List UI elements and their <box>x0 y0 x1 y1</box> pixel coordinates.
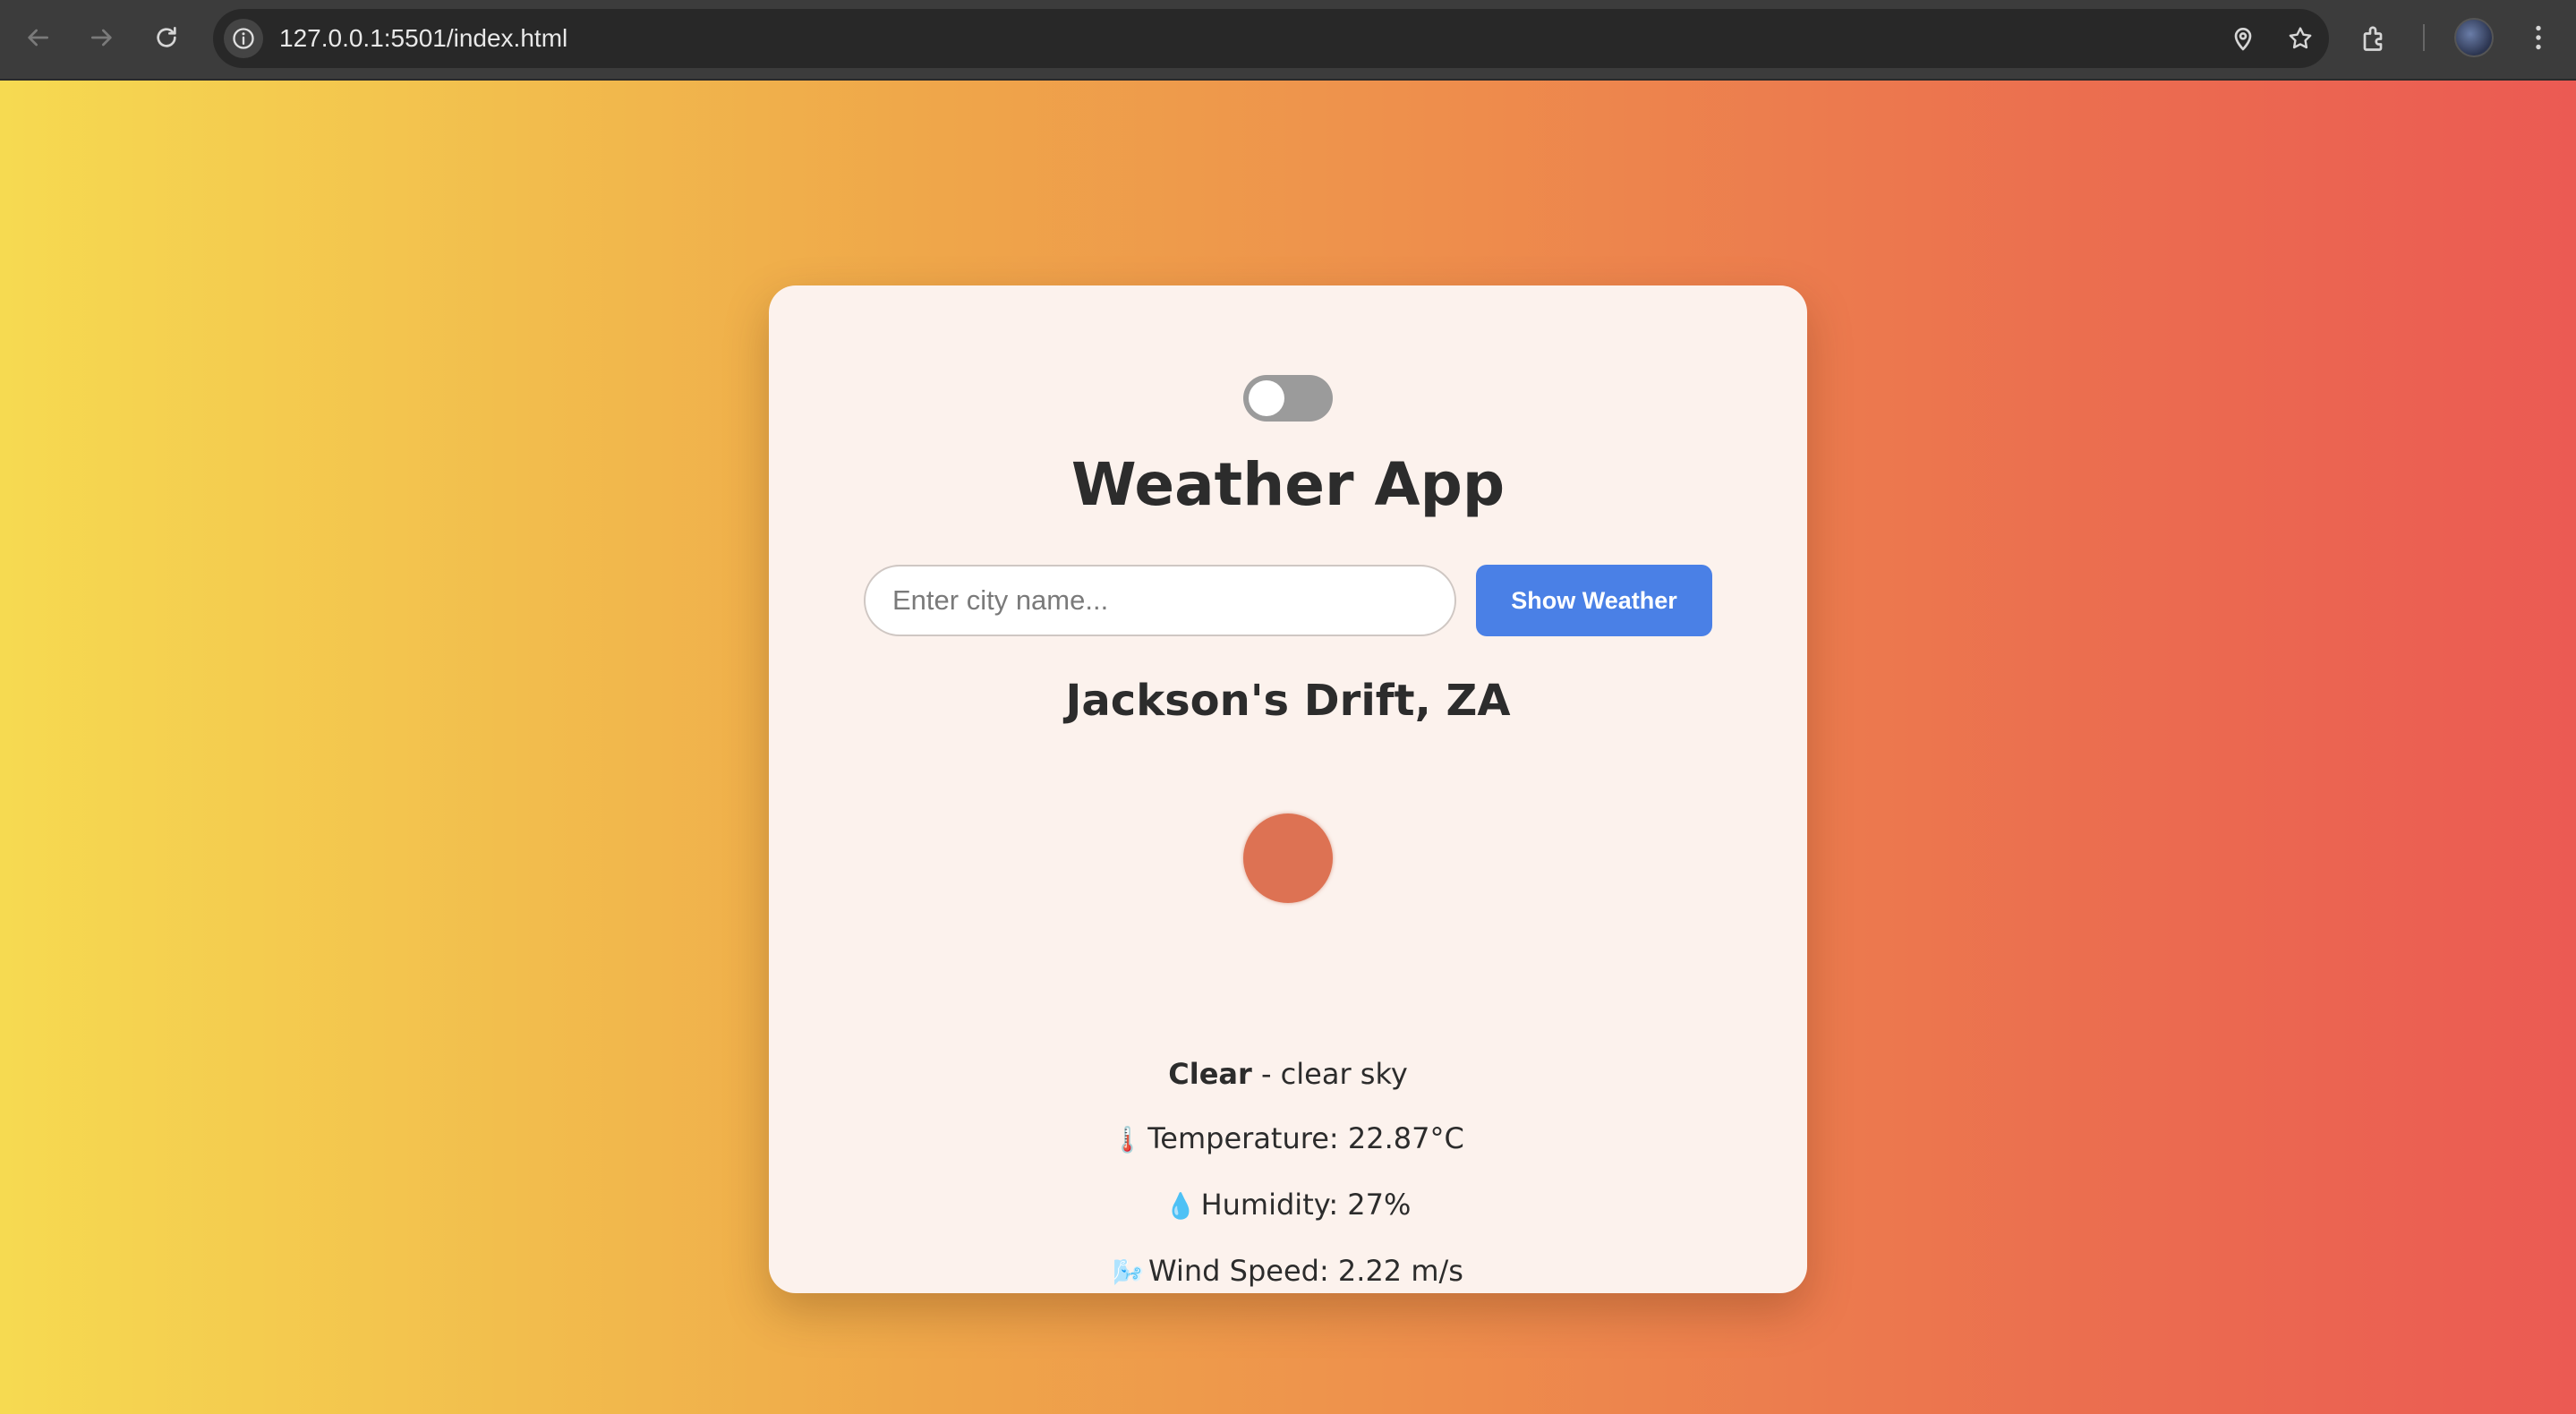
reload-button[interactable] <box>147 18 186 57</box>
back-arrow-icon <box>28 29 48 47</box>
url-text[interactable]: 127.0.0.1:5501/index.html <box>279 9 567 68</box>
humidity-row: 💧 Humidity: 27% <box>769 1184 1807 1227</box>
weather-description: clear sky <box>1280 1057 1408 1091</box>
dark-mode-toggle[interactable] <box>1243 375 1333 422</box>
weather-card: Weather App Show Weather Jackson's Drift… <box>769 285 1807 1293</box>
forward-arrow-icon <box>91 29 112 47</box>
weather-condition-icon <box>1243 813 1333 903</box>
temperature-value: Temperature: 22.87°C <box>1147 1121 1464 1155</box>
address-bar[interactable]: 127.0.0.1:5501/index.html <box>213 9 2329 68</box>
weather-main: Clear <box>1168 1057 1252 1091</box>
toolbar-divider <box>2423 24 2425 51</box>
droplet-icon: 💧 <box>1164 1191 1197 1221</box>
bookmark-star-icon[interactable] <box>2286 24 2315 53</box>
back-button[interactable] <box>18 18 57 57</box>
forward-button[interactable] <box>82 18 122 57</box>
app-title: Weather App <box>1070 450 1506 519</box>
more-menu-icon[interactable] <box>2522 21 2555 54</box>
location-pin-icon[interactable] <box>2229 24 2257 53</box>
profile-avatar[interactable] <box>2454 18 2494 57</box>
weather-separator: - <box>1251 1057 1281 1091</box>
site-info-button[interactable] <box>224 19 263 58</box>
wind-row: 🌬️ Wind Speed: 2.22 m/s <box>769 1250 1807 1293</box>
humidity-value: Humidity: 27% <box>1200 1188 1412 1222</box>
reload-icon <box>157 27 176 47</box>
toggle-knob <box>1249 380 1284 416</box>
wind-value: Wind Speed: 2.22 m/s <box>1148 1254 1463 1288</box>
browser-toolbar: 127.0.0.1:5501/index.html <box>0 0 2576 81</box>
city-search-input[interactable] <box>864 565 1456 636</box>
location-heading: Jackson's Drift, ZA <box>1065 676 1511 726</box>
weather-summary: Clear - clear sky <box>769 1053 1807 1095</box>
info-icon <box>233 28 254 49</box>
temperature-row: 🌡️ Temperature: 22.87°C <box>769 1118 1807 1161</box>
thermometer-icon: 🌡️ <box>1112 1125 1144 1154</box>
extensions-icon[interactable] <box>2359 21 2392 54</box>
show-weather-button[interactable]: Show Weather <box>1476 565 1712 636</box>
wind-icon: 🌬️ <box>1113 1257 1144 1287</box>
page-background: Weather App Show Weather Jackson's Drift… <box>0 81 2576 1414</box>
